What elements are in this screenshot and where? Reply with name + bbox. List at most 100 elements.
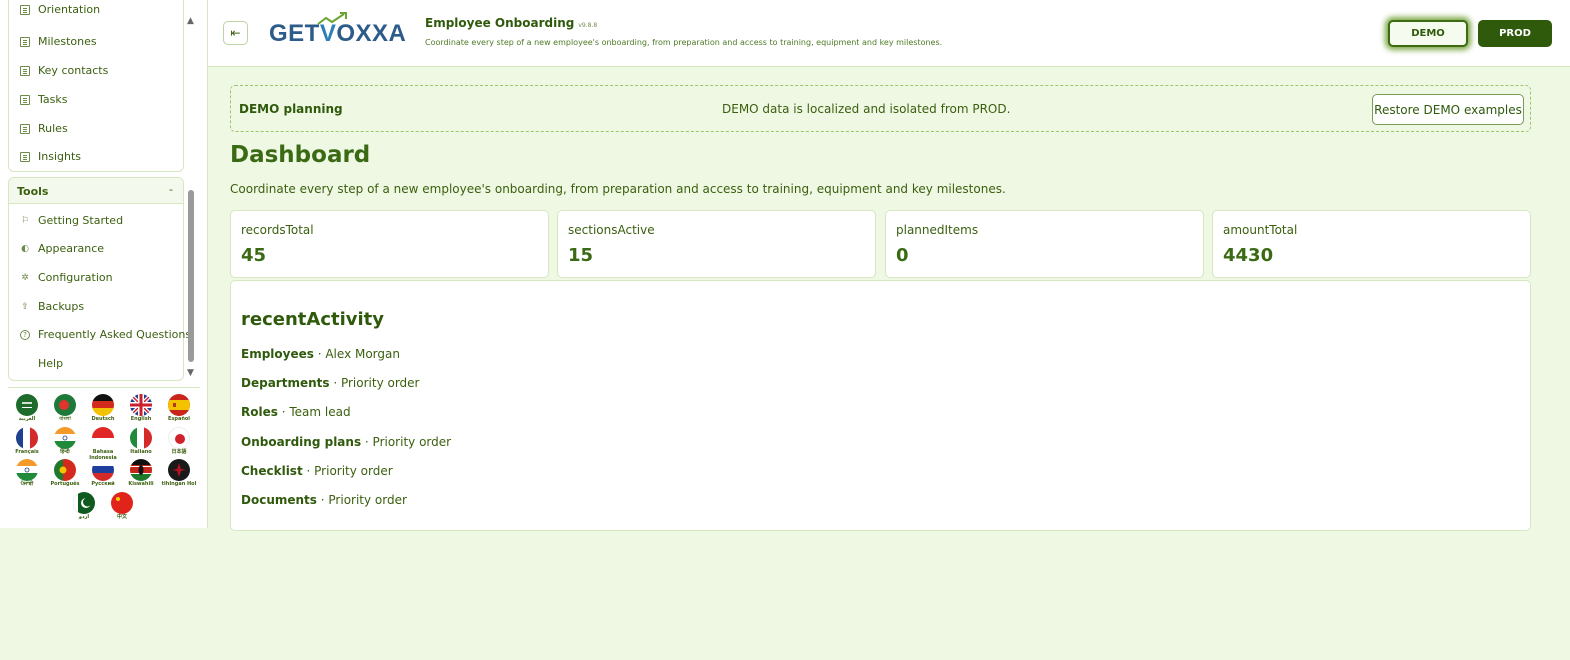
sidebar-item-backups[interactable]: ⇧ Backups <box>20 300 84 313</box>
sidebar-item-milestones[interactable]: Milestones <box>20 35 97 48</box>
activity-section: Onboarding plans <box>241 435 362 449</box>
sidebar-item-faq[interactable]: ? Frequently Asked Questions <box>20 328 191 341</box>
sidebar-item-appearance[interactable]: ◐ Appearance <box>20 242 104 255</box>
flag-germany-icon[interactable] <box>92 394 114 416</box>
flag-india-icon[interactable] <box>16 459 38 481</box>
logo-text: GET <box>269 20 320 47</box>
flag-china-icon[interactable] <box>111 492 133 514</box>
gear-icon: ✲ <box>21 272 29 283</box>
sidebar-item-label: Milestones <box>38 35 97 48</box>
activity-detail: · Priority order <box>320 493 407 507</box>
flag-portugal-icon[interactable] <box>54 459 76 481</box>
activity-row: Onboarding plans · Priority order <box>241 435 451 449</box>
banner-message: DEMO data is localized and isolated from… <box>722 102 1011 116</box>
activity-section: Roles <box>241 405 278 419</box>
activity-detail: · Alex Morgan <box>317 347 400 361</box>
sidebar-scrollbar[interactable]: ▲ ▼ <box>186 14 196 380</box>
nav-section: Orientation Milestones Key contacts Task… <box>8 0 184 172</box>
flag-uk-icon[interactable] <box>130 394 152 416</box>
flag-japan-icon[interactable] <box>168 427 190 449</box>
activity-row: Departments · Priority order <box>241 376 420 390</box>
sidebar-item-key-contacts[interactable]: Key contacts <box>20 64 108 77</box>
sidebar-item-label: Appearance <box>38 242 105 255</box>
document-icon <box>20 36 30 47</box>
app-version: v9.8.8 <box>578 22 598 29</box>
stat-value: 45 <box>241 245 267 266</box>
document-icon <box>20 94 30 105</box>
scroll-thumb[interactable] <box>188 190 194 362</box>
sidebar-item-label: Help <box>38 357 64 370</box>
sidebar-item-label: Getting Started <box>38 214 124 227</box>
tools-title: Tools <box>17 185 49 198</box>
language-label: English <box>130 416 152 422</box>
language-label: Italiano <box>130 449 152 455</box>
activity-title: recentActivity <box>241 309 384 330</box>
tools-section: Tools - ⚐ Getting Started ◐ Appearance ✲… <box>8 177 191 381</box>
activity-section: Documents <box>241 493 317 507</box>
palette-icon: ◐ <box>21 243 29 254</box>
flag-bangladesh-icon[interactable] <box>54 394 76 416</box>
scroll-up-icon[interactable]: ▲ <box>187 16 194 26</box>
stat-card-planned-items: plannedItems 0 <box>885 210 1204 278</box>
question-icon: ? <box>20 329 30 340</box>
activity-detail: · Priority order <box>333 376 420 390</box>
tools-header[interactable]: Tools - <box>9 178 183 204</box>
sidebar-item-configuration[interactable]: ✲ Configuration <box>20 271 113 284</box>
flag-saudi-icon[interactable] <box>16 394 38 416</box>
flag-france-icon[interactable] <box>16 427 38 449</box>
upload-icon: ⇧ <box>21 301 29 312</box>
sidebar-item-help[interactable]: Help <box>20 357 63 370</box>
language-label: 中文 <box>116 514 127 520</box>
stat-label: amountTotal <box>1223 223 1298 237</box>
restore-demo-button[interactable]: Restore DEMO examples <box>1372 94 1524 125</box>
prod-button[interactable]: PROD <box>1478 20 1552 47</box>
logo-v: V <box>317 12 347 48</box>
sidebar-item-getting-started[interactable]: ⚐ Getting Started <box>20 214 123 227</box>
collapse-sidebar-button[interactable]: ⇤ <box>223 21 248 45</box>
logo: GET V OXXA <box>269 12 406 52</box>
flag-icon: ⚐ <box>20 215 30 226</box>
flag-russia-icon[interactable] <box>92 459 114 481</box>
sidebar-item-label: Frequently Asked Questions <box>38 328 192 341</box>
language-label: ਪੰਜਾਬੀ <box>20 481 34 487</box>
flag-italy-icon[interactable] <box>130 427 152 449</box>
flag-india-icon[interactable] <box>54 427 76 449</box>
document-icon <box>20 151 30 162</box>
banner-title: DEMO planning <box>239 102 343 116</box>
flag-kenya-icon[interactable] <box>130 459 152 481</box>
flag-spain-icon[interactable] <box>168 394 190 416</box>
recent-activity-card: recentActivity Employees · Alex Morgan D… <box>230 280 1531 531</box>
sidebar-item-label: Configuration <box>38 271 113 284</box>
activity-detail: · Team lead <box>281 405 351 419</box>
app-title-text: Employee Onboarding <box>425 16 575 30</box>
flag-indonesia-icon[interactable] <box>92 427 114 449</box>
sidebar-item-rules[interactable]: Rules <box>20 122 68 135</box>
activity-row: Roles · Team lead <box>241 405 351 419</box>
flag-klingon-icon[interactable] <box>168 459 190 481</box>
stat-value: 15 <box>568 245 594 266</box>
stat-card-sections-active: sectionsActive 15 <box>557 210 876 278</box>
document-icon <box>20 123 30 134</box>
language-label: Kiswahili <box>128 481 154 487</box>
flag-pakistan-icon[interactable] <box>73 492 95 514</box>
activity-row: Documents · Priority order <box>241 493 407 507</box>
sidebar-item-tasks[interactable]: Tasks <box>20 93 67 106</box>
demo-banner: DEMO planning DEMO data is localized and… <box>230 85 1531 132</box>
sidebar-item-label: Key contacts <box>38 64 109 77</box>
activity-row: Checklist · Priority order <box>241 464 393 478</box>
demo-button[interactable]: DEMO <box>1388 20 1468 47</box>
document-icon <box>20 4 30 15</box>
stat-card-amount-total: amountTotal 4430 <box>1212 210 1531 278</box>
page-description: Coordinate every step of a new employee'… <box>230 182 1006 196</box>
scroll-down-icon[interactable]: ▼ <box>187 368 194 378</box>
stat-label: plannedItems <box>896 223 979 237</box>
collapse-menu-icon: ⇤ <box>230 26 241 40</box>
language-label: اردو <box>78 514 90 520</box>
app-header: ⇤ GET V OXXA Employee Onboarding v9.8.8 C… <box>208 0 1570 67</box>
sidebar-item-insights[interactable]: Insights <box>20 150 81 163</box>
language-label: हिन्दी <box>60 449 70 455</box>
sidebar-item-orientation[interactable]: Orientation <box>20 3 100 16</box>
sidebar-item-label: Tasks <box>38 93 68 106</box>
collapse-toggle-icon[interactable]: - <box>169 183 173 196</box>
sidebar-item-label: Rules <box>38 122 68 135</box>
